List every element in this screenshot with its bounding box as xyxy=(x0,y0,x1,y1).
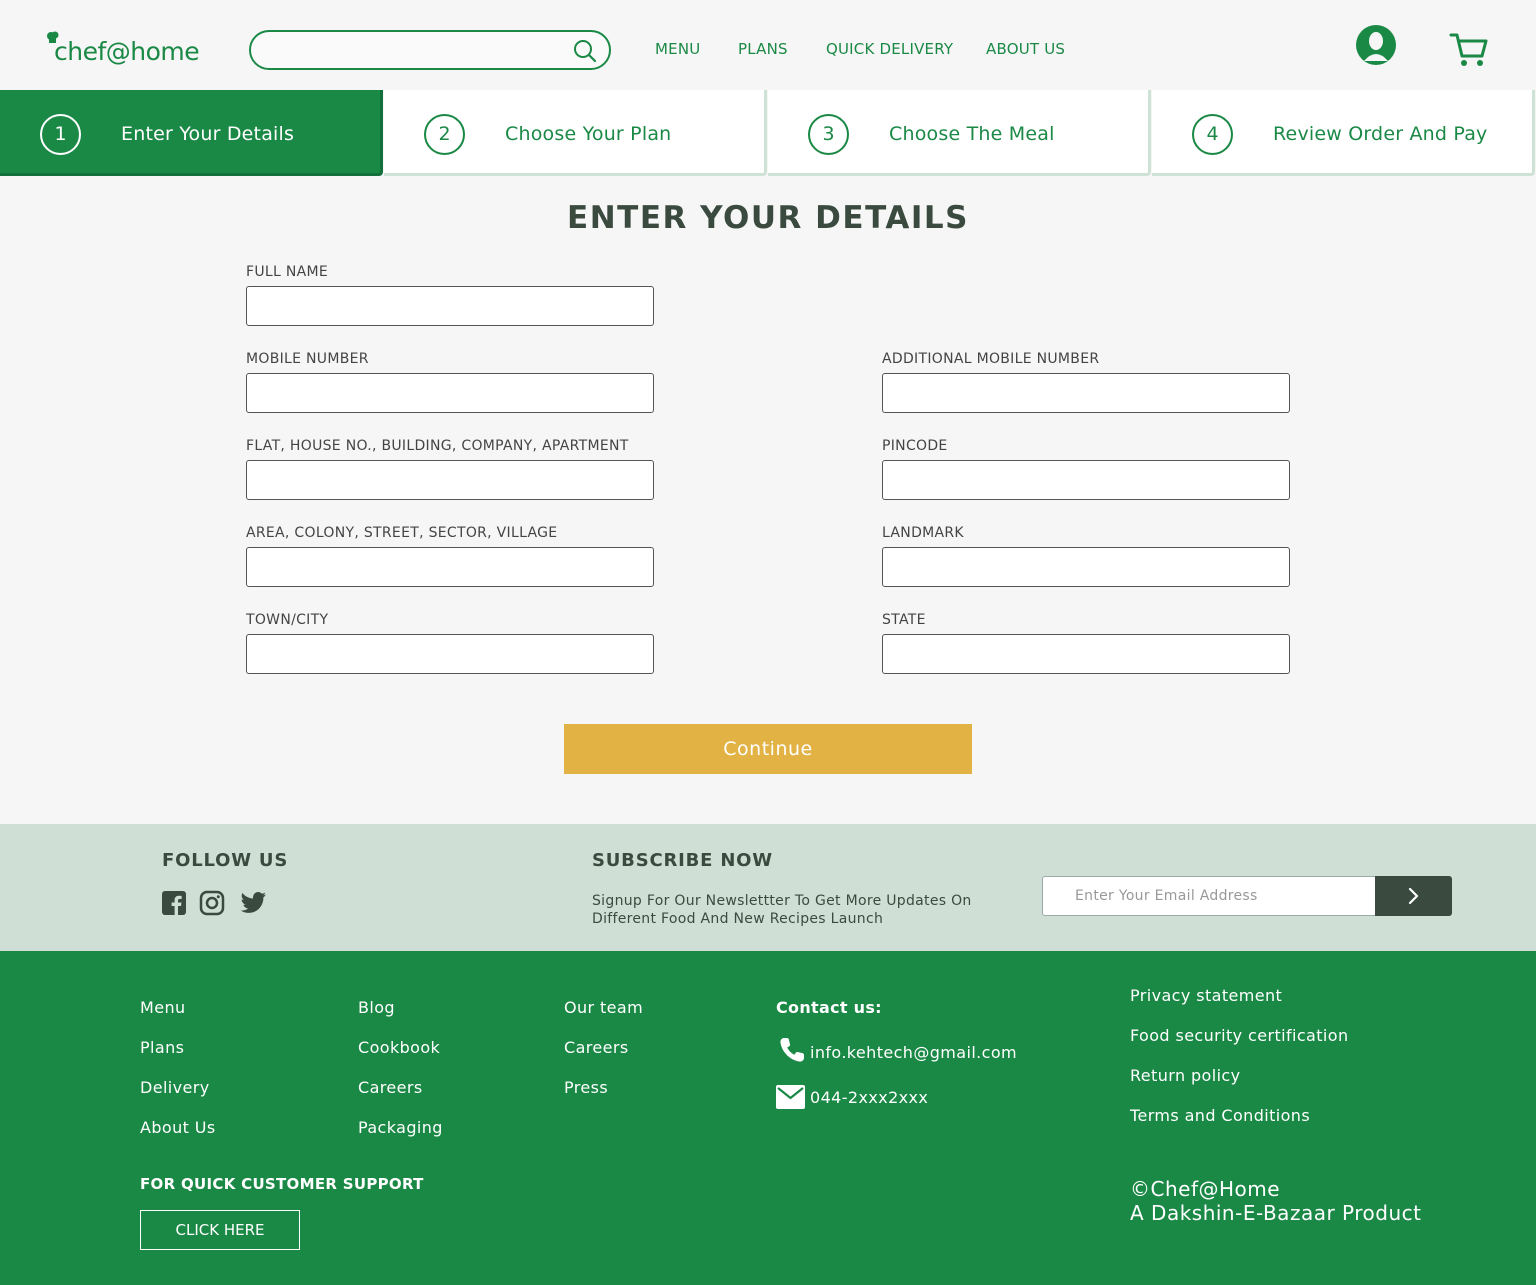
contact-us-title: Contact us: xyxy=(776,998,882,1017)
footer-link-delivery[interactable]: Delivery xyxy=(140,1078,210,1097)
area-label: AREA, COLONY, STREET, SECTOR, VILLAGE xyxy=(246,525,558,541)
phone-icon xyxy=(780,1038,804,1062)
mail-icon xyxy=(776,1085,805,1109)
footer-link-blog[interactable]: Blog xyxy=(358,998,395,1017)
logo[interactable]: chef@home xyxy=(46,28,200,66)
full-name-label: FULL NAME xyxy=(246,264,329,280)
pincode-label: PINCODE xyxy=(882,438,948,454)
nav-quick-delivery[interactable]: QUICK DELIVERY xyxy=(826,40,953,58)
footer-link-about-us[interactable]: About Us xyxy=(140,1118,216,1137)
footer-link-privacy[interactable]: Privacy statement xyxy=(1130,986,1282,1005)
step-label: Review Order And Pay xyxy=(1273,123,1488,145)
footer-link-press[interactable]: Press xyxy=(564,1078,608,1097)
additional-mobile-field[interactable] xyxy=(882,373,1290,413)
footer-link-cookbook[interactable]: Cookbook xyxy=(358,1038,440,1057)
step-enter-details[interactable]: 1 Enter Your Details xyxy=(0,90,383,176)
footer-link-terms[interactable]: Terms and Conditions xyxy=(1130,1106,1310,1125)
instagram-icon[interactable] xyxy=(199,890,225,916)
step-label: Choose The Meal xyxy=(889,123,1055,145)
twitter-icon[interactable] xyxy=(239,890,267,916)
subscribe-submit-button[interactable] xyxy=(1375,876,1452,916)
social-subscribe-band: FOLLOW US SUBSCRIBE NOW Signup For Our N… xyxy=(0,824,1536,951)
logo-text: chef@home xyxy=(54,37,200,66)
email-field[interactable]: Enter Your Email Address xyxy=(1042,876,1376,916)
footer-link-our-team[interactable]: Our team xyxy=(564,998,643,1017)
step-label: Choose Your Plan xyxy=(505,123,672,145)
page-title: ENTER YOUR DETAILS xyxy=(567,200,969,236)
facebook-icon[interactable] xyxy=(161,890,187,916)
nav-about-us[interactable]: ABOUT US xyxy=(986,40,1065,58)
landmark-label: LANDMARK xyxy=(882,525,964,541)
full-name-field[interactable] xyxy=(246,286,654,326)
footer-link-menu[interactable]: Menu xyxy=(140,998,186,1017)
step-number: 2 xyxy=(424,114,465,155)
cart-icon[interactable] xyxy=(1449,30,1489,70)
footer-link-careers-2[interactable]: Careers xyxy=(564,1038,629,1057)
footer-link-return-policy[interactable]: Return policy xyxy=(1130,1066,1240,1085)
landmark-field[interactable] xyxy=(882,547,1290,587)
header: chef@home MENU PLANS QUICK DELIVERY ABOU… xyxy=(0,0,1536,90)
user-icon[interactable] xyxy=(1356,25,1396,65)
footer-link-food-security[interactable]: Food security certification xyxy=(1130,1026,1349,1045)
follow-us-title: FOLLOW US xyxy=(162,850,289,871)
chevron-right-icon xyxy=(1408,887,1419,905)
footer-link-careers[interactable]: Careers xyxy=(358,1078,423,1097)
step-choose-plan[interactable]: 2 Choose Your Plan xyxy=(384,90,767,176)
step-review-pay[interactable]: 4 Review Order And Pay xyxy=(1152,90,1535,176)
contact-phone[interactable]: 044-2xxx2xxx xyxy=(810,1088,928,1107)
footer-link-packaging[interactable]: Packaging xyxy=(358,1118,443,1137)
step-number: 4 xyxy=(1192,114,1233,155)
search-input[interactable] xyxy=(249,30,611,70)
contact-email[interactable]: info.kehtech@gmail.com xyxy=(810,1043,1017,1062)
step-number: 3 xyxy=(808,114,849,155)
mobile-number-label: MOBILE NUMBER xyxy=(246,351,369,367)
additional-mobile-label: ADDITIONAL MOBILE NUMBER xyxy=(882,351,1100,367)
mobile-number-field[interactable] xyxy=(246,373,654,413)
copyright-text: ©Chef@Home xyxy=(1130,1177,1281,1201)
search-icon[interactable] xyxy=(573,39,597,63)
footer-link-plans[interactable]: Plans xyxy=(140,1038,184,1057)
subscribe-description: Signup For Our Newslettter To Get More U… xyxy=(592,893,972,927)
flat-field[interactable] xyxy=(246,460,654,500)
subscribe-now-title: SUBSCRIBE NOW xyxy=(592,850,773,871)
state-field[interactable] xyxy=(882,634,1290,674)
nav-plans[interactable]: PLANS xyxy=(738,40,788,58)
click-here-button[interactable]: CLICK HERE xyxy=(140,1210,300,1250)
product-text: A Dakshin-E-Bazaar Product xyxy=(1130,1201,1422,1225)
town-field[interactable] xyxy=(246,634,654,674)
pincode-field[interactable] xyxy=(882,460,1290,500)
footer: Menu Plans Delivery About Us Blog Cookbo… xyxy=(0,951,1536,1285)
step-choose-meal[interactable]: 3 Choose The Meal xyxy=(768,90,1151,176)
state-label: STATE xyxy=(882,612,926,628)
copyright-block: ©Chef@Home A Dakshin-E-Bazaar Product xyxy=(1130,1177,1421,1225)
area-field[interactable] xyxy=(246,547,654,587)
support-title: FOR QUICK CUSTOMER SUPPORT xyxy=(140,1175,424,1193)
continue-button[interactable]: Continue xyxy=(564,724,972,774)
step-label: Enter Your Details xyxy=(121,123,295,145)
town-label: TOWN/CITY xyxy=(246,612,329,628)
flat-label: FLAT, HOUSE NO., BUILDING, COMPANY, APAR… xyxy=(246,438,629,454)
nav-menu[interactable]: MENU xyxy=(655,40,700,58)
step-number: 1 xyxy=(40,114,81,155)
